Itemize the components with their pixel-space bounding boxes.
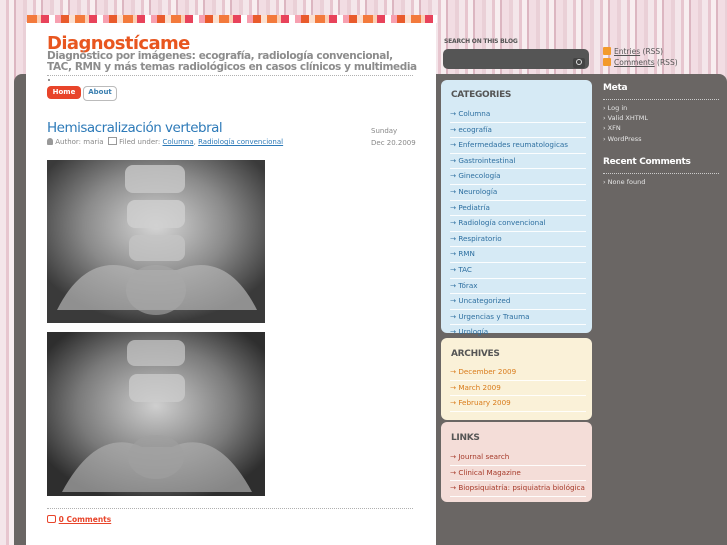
rss-entries: Entries (RSS): [603, 47, 663, 56]
post-day: Sunday: [371, 127, 398, 135]
comments-rss-link[interactable]: Comments: [614, 58, 655, 67]
recent-comments-heading: Recent Comments: [603, 157, 691, 167]
category-link-radiologia[interactable]: Radiología convencional: [198, 138, 283, 146]
divider: [603, 99, 719, 100]
category-item[interactable]: Radiología convencional: [450, 216, 586, 232]
post-author: Author: maria: [55, 138, 104, 146]
recent-comments-empty: None found: [603, 178, 646, 186]
category-item[interactable]: Pediatría: [450, 201, 586, 217]
category-item[interactable]: RMN: [450, 247, 586, 263]
author-icon: [47, 138, 53, 145]
rss-comments: Comments (RSS): [603, 58, 678, 67]
category-item[interactable]: Enfermedades reumatologicas: [450, 138, 586, 154]
search-button[interactable]: [573, 58, 585, 68]
comments-link[interactable]: 0 Comments: [59, 515, 112, 524]
category-item[interactable]: Gastrointestinal: [450, 154, 586, 170]
category-item[interactable]: Respiratorio: [450, 232, 586, 248]
meta-item[interactable]: WordPress: [603, 134, 648, 144]
archive-item[interactable]: February 2009: [450, 396, 586, 412]
post-date-text: Dec 20.2009: [371, 139, 416, 147]
archives-panel: ARCHIVES December 2009 March 2009 Februa…: [441, 338, 592, 420]
category-item[interactable]: ecografía: [450, 123, 586, 139]
meta-list: Log in Valid XHTML XFN WordPress: [603, 103, 648, 144]
post-meta: Author: maria Filed under: Columna, Radi…: [47, 137, 283, 146]
category-item[interactable]: Uncategorized: [450, 294, 586, 310]
divider: [603, 173, 719, 174]
xray-image-2: [47, 332, 265, 496]
nav-about-tab[interactable]: About: [83, 86, 117, 101]
category-item[interactable]: Urgencias y Trauma: [450, 310, 586, 326]
category-item[interactable]: Columna: [450, 107, 586, 123]
meta-item[interactable]: XFN: [603, 123, 648, 133]
rss-icon: [603, 47, 611, 55]
post-divider: [47, 508, 413, 509]
entries-rss-link[interactable]: Entries: [614, 47, 640, 56]
archive-item[interactable]: March 2009: [450, 381, 586, 397]
post-comments: 0 Comments: [47, 515, 111, 524]
archives-heading: ARCHIVES: [451, 349, 500, 359]
links-heading: LINKS: [451, 433, 480, 443]
search-input[interactable]: [447, 53, 571, 67]
post-title[interactable]: Hemisacralización vertebral: [47, 120, 223, 136]
entries-rss-suffix: (RSS): [642, 47, 664, 56]
comment-icon: [47, 515, 56, 523]
meta-item[interactable]: Log in: [603, 103, 648, 113]
category-item[interactable]: Tórax: [450, 279, 586, 295]
category-item[interactable]: Neurología: [450, 185, 586, 201]
meta-heading: Meta: [603, 83, 628, 93]
search-label: SEARCH ON THIS BLOG: [444, 38, 518, 45]
comments-rss-suffix: (RSS): [657, 58, 678, 67]
filed-under-label: Filed under:: [119, 138, 161, 146]
divider: [47, 75, 413, 76]
post-date: Sunday Dec 20.2009: [371, 125, 416, 149]
category-item[interactable]: Ginecología: [450, 169, 586, 185]
archive-item[interactable]: December 2009: [450, 365, 586, 381]
decorative-stripe: [27, 15, 437, 23]
link-item[interactable]: Journal search: [450, 450, 586, 466]
categories-panel: CATEGORIES Columna ecografía Enfermedade…: [441, 80, 592, 341]
link-item[interactable]: Biopsiquiatría: psiquiatria biológica: [450, 481, 586, 497]
meta-item[interactable]: Valid XHTML: [603, 113, 648, 123]
link-item[interactable]: Clinical Magazine: [450, 466, 586, 482]
links-panel: LINKS Journal search Clinical Magazine B…: [441, 422, 592, 502]
search-box: [443, 49, 589, 69]
xray-image-1: [47, 160, 265, 323]
folder-icon: [107, 137, 117, 145]
rss-icon: [603, 58, 611, 66]
archives-list: December 2009 March 2009 February 2009: [450, 365, 586, 412]
search-icon: [576, 59, 582, 65]
nav-home-tab[interactable]: Home: [47, 86, 81, 99]
links-list: Journal search Clinical Magazine Biopsiq…: [450, 450, 586, 497]
category-link-columna[interactable]: Columna: [163, 138, 194, 146]
categories-heading: CATEGORIES: [451, 90, 512, 100]
categories-list: Columna ecografía Enfermedades reumatolo…: [450, 107, 586, 341]
blog-tagline: Diagnóstico por imágenes: ecografía, rad…: [47, 50, 417, 84]
category-item[interactable]: TAC: [450, 263, 586, 279]
